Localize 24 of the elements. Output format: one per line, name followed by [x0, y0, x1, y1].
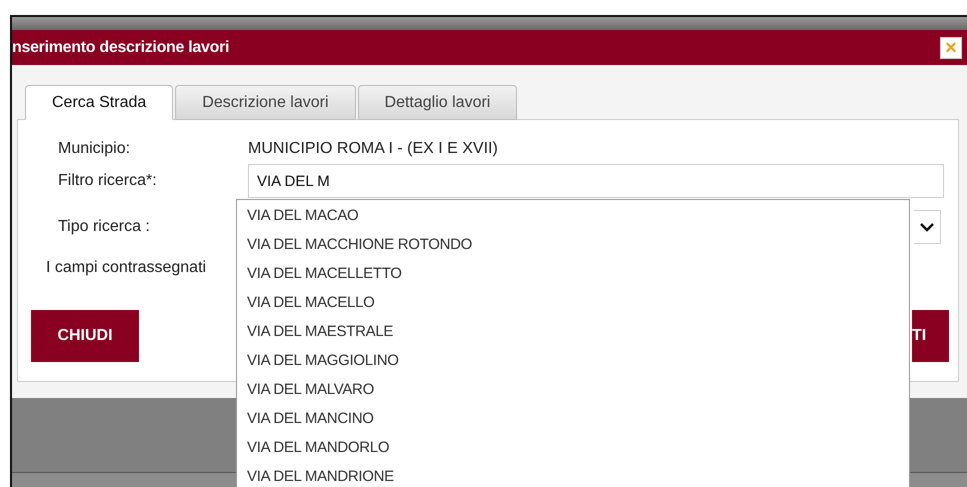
suggestion-item[interactable]: VIA DEL MANCINO [237, 404, 909, 433]
action-button[interactable]: TI [912, 310, 949, 362]
suggestion-item[interactable]: VIA DEL MANDORLO [237, 433, 909, 462]
suggestion-item[interactable]: VIA DEL MACAO [237, 201, 909, 230]
field-label: Tipo ricerca : [58, 218, 151, 236]
suggestion-item[interactable]: VIA DEL MANDRIONE [237, 462, 909, 487]
close-dialog-button[interactable]: CHIUDI [31, 310, 139, 362]
required-note: I campi contrassegnati [46, 259, 208, 277]
suggestion-item[interactable]: VIA DEL MACELLO [237, 288, 909, 317]
tab[interactable]: Cerca Strada [25, 85, 174, 120]
suggestion-item[interactable]: VIA DEL MACCHIONE ROTONDO [237, 230, 909, 259]
dialog-title: nserimento descrizione lavori [12, 38, 230, 56]
field-label: Filtro ricerca*: [58, 172, 158, 190]
suggestion-item[interactable]: VIA DEL MACELLETTO [237, 259, 909, 288]
chevron-down-icon [920, 222, 934, 232]
suggestion-item[interactable]: VIA DEL MAGGIOLINO [237, 346, 909, 375]
search-field[interactable]: VIA DEL M [248, 164, 944, 198]
dropdown-select[interactable] [914, 210, 941, 244]
field-label: Municipio: [58, 140, 132, 158]
municipio-value: MUNICIPIO ROMA I - (EX I E XVII) [248, 140, 499, 158]
suggestion-item[interactable]: VIA DEL MAESTRALE [237, 317, 909, 346]
suggestion-item[interactable]: VIA DEL MALVARO [237, 375, 909, 404]
tab[interactable]: Descrizione lavori [175, 85, 356, 120]
tab[interactable]: Dettaglio lavori [358, 85, 518, 120]
